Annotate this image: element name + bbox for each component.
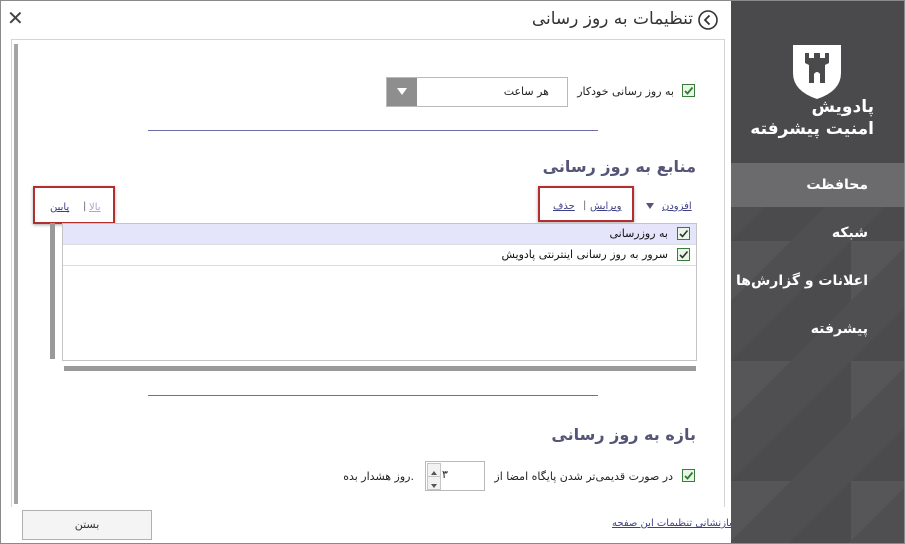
separator: | [83,201,87,212]
sidebar: پادویش امنیت پیشرفته محافظت شبکه اعلانات… [731,1,904,543]
separator: | [583,200,587,211]
chevron-down-icon [431,484,437,488]
back-arrow-icon[interactable] [698,10,718,30]
source-checkbox[interactable] [677,248,690,261]
brand-name: پادویش [811,97,874,117]
interval-heading: بازه به روز رسانی [551,425,696,444]
move-down-link[interactable]: پایین [50,202,69,213]
dropdown-value: هر ساعت [503,85,549,98]
horizontal-scrollbar[interactable] [64,366,696,371]
move-up-link[interactable]: بالا [89,202,101,213]
source-label: به روزرسانی [609,227,668,240]
add-dropdown-arrow-icon[interactable] [645,202,655,210]
logo-area: پادویش امنیت پیشرفته [731,1,904,164]
close-button[interactable]: بستن [22,510,152,540]
stepper-down-button[interactable] [427,476,441,490]
settings-window: ✕ تنظیمات به روز رسانی به روز رسانی خودک… [0,0,905,544]
list-scrollbar[interactable] [50,223,55,359]
reset-settings-link[interactable]: بازنشانی تنظیمات این صفحه [612,518,732,529]
divider [148,130,598,131]
days-stepper[interactable]: ۳ [425,461,485,491]
auto-update-checkbox[interactable] [682,84,695,97]
nav-item-protection[interactable]: محافظت [731,163,904,207]
warning-checkbox[interactable] [682,469,695,482]
vertical-scrollbar[interactable] [14,44,18,504]
edit-link[interactable]: ویرایش [590,201,621,212]
settings-panel: به روز رسانی خودکار هر ساعت منابع به روز… [11,39,725,509]
footer: بستن بازنشانی تنظیمات این صفحه [1,507,732,543]
divider [148,395,598,396]
auto-update-label: به روز رسانی خودکار [577,85,674,98]
list-item[interactable]: سرور به روز رسانی اینترنتی پادویش [63,245,696,266]
remove-link[interactable]: حذف [553,201,575,212]
page-title: تنظیمات به روز رسانی [531,9,693,29]
update-sources-list: به روزرسانی سرور به روز رسانی اینترنتی پ… [62,223,697,361]
chevron-down-icon [397,88,407,95]
source-checkbox[interactable] [677,227,690,240]
brand-tagline: امنیت پیشرفته [750,119,874,139]
nav-item-advanced[interactable]: پیشرفته [731,307,904,351]
add-link[interactable]: افزودن [662,201,692,212]
update-frequency-dropdown[interactable]: هر ساعت [386,77,568,107]
close-icon[interactable]: ✕ [7,7,24,29]
days-value: ۳ [442,468,448,481]
header: ✕ تنظیمات به روز رسانی [1,1,731,39]
list-item[interactable]: به روزرسانی [63,224,696,245]
dropdown-arrow-button[interactable] [387,78,417,106]
highlight-up-down [33,186,115,224]
sources-heading: منابع به روز رسانی [542,157,696,176]
warning-label-suffix: روز هشدار بده. [343,470,414,483]
shield-logo-icon [793,45,841,99]
stepper-up-button[interactable] [427,463,441,477]
warning-label-prefix: در صورت قدیمی‌تر شدن پایگاه امضا از [494,470,673,483]
nav-item-network[interactable]: شبکه [731,211,904,255]
source-label: سرور به روز رسانی اینترنتی پادویش [501,248,668,261]
nav-item-notifications-reports[interactable]: اعلانات و گزارش‌ها [731,259,904,303]
